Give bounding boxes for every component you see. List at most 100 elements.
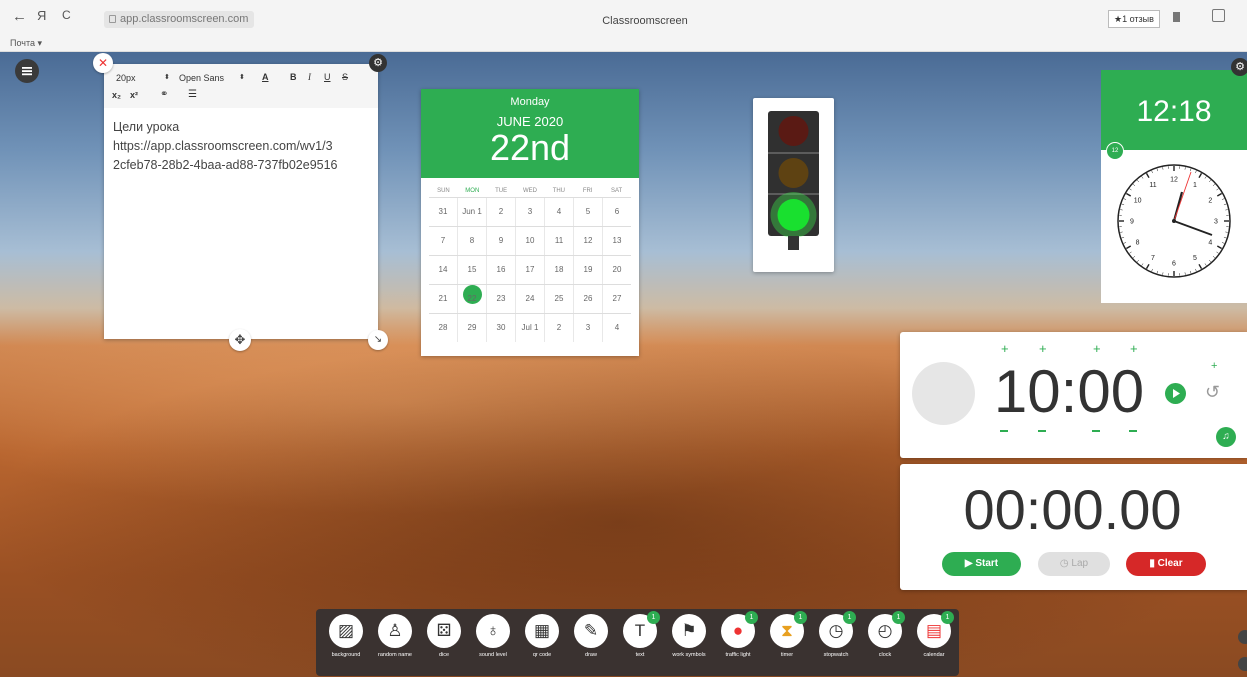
link-icon[interactable]: ⚭: [160, 89, 168, 100]
increment-icon[interactable]: +: [1093, 341, 1101, 356]
calendar-day-cell[interactable]: 21: [429, 285, 457, 313]
calendar-day-cell[interactable]: 28: [429, 314, 457, 342]
dock-background[interactable]: ▨ background: [321, 614, 371, 674]
bold-icon[interactable]: B: [290, 72, 297, 82]
strikethrough-icon[interactable]: S: [342, 72, 348, 82]
calendar-day-cell[interactable]: 10: [515, 227, 544, 255]
calendar-day-cell[interactable]: 18: [544, 256, 573, 284]
reviews-button[interactable]: ★1 отзыв: [1108, 10, 1160, 28]
decrement-icon[interactable]: [1038, 430, 1046, 432]
calendar-day-cell[interactable]: 12: [573, 227, 602, 255]
calendar-day-cell[interactable]: 7: [429, 227, 457, 255]
timer-display[interactable]: 10:00: [984, 357, 1154, 427]
bookmark-icon[interactable]: [1173, 12, 1180, 22]
calendar-day-cell[interactable]: 26: [573, 285, 602, 313]
font-size-select[interactable]: 20px: [116, 73, 136, 83]
timer-play-button[interactable]: [1165, 383, 1186, 404]
calendar-day-cell[interactable]: 4: [602, 314, 631, 342]
calendar-day-cell[interactable]: 4: [544, 198, 573, 226]
dock-timer[interactable]: ⧗ timer 1: [762, 611, 812, 674]
calendar-day-cell[interactable]: 13: [602, 227, 631, 255]
calendar-day-cell[interactable]: 3: [573, 314, 602, 342]
calendar-day-cell[interactable]: 15: [457, 256, 486, 284]
scroll-down-button[interactable]: [1238, 657, 1247, 671]
calendar-day-cell[interactable]: 3: [515, 198, 544, 226]
calendar-day-cell[interactable]: 2: [486, 198, 515, 226]
yandex-logo[interactable]: Я: [37, 8, 46, 23]
dock-sound-level[interactable]: ♁ sound level: [468, 614, 518, 674]
close-widget-button[interactable]: ✕: [93, 53, 113, 73]
dock-qr-code[interactable]: ▦ qr code: [517, 614, 567, 674]
bookmark-pochta[interactable]: Почта ▾: [10, 38, 42, 49]
calendar-day-cell[interactable]: 8: [457, 227, 486, 255]
decrement-icon[interactable]: [1092, 430, 1100, 432]
underline-icon[interactable]: U: [324, 72, 331, 82]
dock-traffic-light[interactable]: ● traffic light 1: [713, 611, 763, 674]
reset-icon[interactable]: ↺: [1205, 382, 1220, 403]
calendar-day-cell[interactable]: Jun 1: [457, 198, 486, 226]
calendar-day-cell[interactable]: 5: [573, 198, 602, 226]
move-handle[interactable]: ✥: [229, 329, 251, 351]
calendar-day-cell[interactable]: 6: [602, 198, 631, 226]
dock-clock[interactable]: ◴ clock 1: [860, 611, 910, 674]
superscript-icon[interactable]: x²: [130, 90, 138, 100]
increment-icon[interactable]: +: [1001, 341, 1009, 356]
green-lamp[interactable]: [777, 199, 810, 231]
calendar-day-cell[interactable]: Jul 1: [515, 314, 544, 342]
calendar-day-cell[interactable]: 19: [573, 256, 602, 284]
font-family-select[interactable]: Open Sans: [179, 73, 224, 83]
calendar-day-cell[interactable]: 22: [457, 285, 486, 313]
sound-button[interactable]: ♫: [1216, 427, 1236, 447]
font-size-arrows-icon[interactable]: ⬍: [164, 73, 170, 81]
decrement-icon[interactable]: [1000, 430, 1008, 432]
font-family-arrows-icon[interactable]: ⬍: [239, 73, 245, 81]
calendar-widget[interactable]: Monday JUNE 2020 22nd SUN MON TUE WED THU FRI…: [421, 89, 639, 356]
dock-calendar[interactable]: ▤ calendar 1: [909, 611, 959, 674]
lap-button[interactable]: ◷ Lap: [1038, 552, 1110, 576]
scroll-up-button[interactable]: [1238, 630, 1247, 644]
calendar-day-cell[interactable]: 14: [429, 256, 457, 284]
extensions-icon[interactable]: [1212, 9, 1225, 22]
calendar-day-cell[interactable]: 9: [486, 227, 515, 255]
text-widget[interactable]: 20px ⬍ Open Sans ⬍ A B I U S x₂ x² ⚭ ☰ Ц…: [104, 64, 378, 339]
increment-icon[interactable]: +: [1130, 341, 1138, 356]
start-button[interactable]: ▶ Start: [942, 552, 1021, 576]
traffic-light-widget[interactable]: [753, 98, 834, 272]
calendar-day-cell[interactable]: 16: [486, 256, 515, 284]
text-settings-button[interactable]: ⚙: [369, 54, 387, 72]
reload-button[interactable]: C: [62, 8, 71, 22]
calendar-day-cell[interactable]: 11: [544, 227, 573, 255]
calendar-day-cell[interactable]: 23: [486, 285, 515, 313]
text-content[interactable]: Цели урока https://app.classroomscreen.c…: [113, 118, 375, 175]
calendar-day-cell[interactable]: 27: [602, 285, 631, 313]
dock-stopwatch[interactable]: ◷ stopwatch 1: [811, 611, 861, 674]
address-bar[interactable]: app.classroomscreen.com: [104, 11, 255, 28]
stopwatch-widget[interactable]: 00:00.00 ▶ Start ◷ Lap ▮ Clear: [900, 464, 1247, 590]
clear-button[interactable]: ▮ Clear: [1126, 552, 1206, 576]
align-icon[interactable]: ☰: [188, 89, 197, 100]
calendar-day-cell[interactable]: 30: [486, 314, 515, 342]
decrement-icon[interactable]: [1129, 430, 1137, 432]
clock-settings-button[interactable]: ⚙: [1231, 58, 1247, 76]
clock-widget[interactable]: 12:18 12 1 2 3 4 5 6 7 8 9 10 11 12: [1101, 70, 1247, 303]
calendar-day-cell[interactable]: 20: [602, 256, 631, 284]
calendar-day-cell[interactable]: 2: [544, 314, 573, 342]
timer-widget[interactable]: 10:00 ↺ + ♫ + + + +: [900, 332, 1247, 458]
calendar-day-cell[interactable]: 29: [457, 314, 486, 342]
calendar-day-cell[interactable]: 25: [544, 285, 573, 313]
red-lamp[interactable]: [778, 116, 809, 146]
calendar-day-cell[interactable]: 24: [515, 285, 544, 313]
dock-text[interactable]: Ttext 1: [615, 611, 665, 674]
calendar-day-cell[interactable]: 17: [515, 256, 544, 284]
dock-random-name[interactable]: ♙ random name: [370, 614, 420, 674]
dock-work-symbols[interactable]: ⚑ work symbols: [664, 614, 714, 674]
dock-draw[interactable]: ✎ draw: [566, 614, 616, 674]
font-color-icon[interactable]: A: [262, 72, 269, 82]
calendar-day-cell[interactable]: 31: [429, 198, 457, 226]
yellow-lamp[interactable]: [778, 158, 809, 188]
increment-icon[interactable]: +: [1039, 341, 1047, 356]
resize-handle[interactable]: ↘: [368, 330, 388, 350]
menu-button[interactable]: [15, 59, 39, 83]
italic-icon[interactable]: I: [308, 72, 311, 82]
back-button[interactable]: ←: [12, 8, 27, 25]
